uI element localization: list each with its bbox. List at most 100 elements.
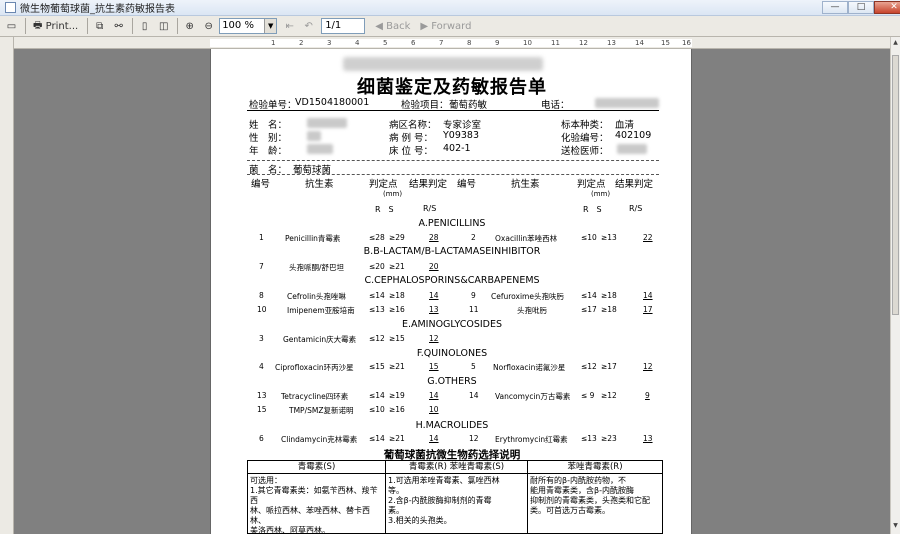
legend-table: 青霉素(S) 可选用： 1.其它青霉素类：如氨苄西林、羧苄西 林、哌拉西林、苯唑… xyxy=(247,460,663,534)
toolbar: ▭ 🖶 Print... ⧉ ⚯ ▯ ◫ ⊕ ⊖ 100 % ▼ ⇤ ↶ 1/1 … xyxy=(0,16,900,37)
row-s: ≥21 xyxy=(389,362,405,371)
close-button[interactable]: ✕ xyxy=(874,1,900,14)
ruler-tick: 3 xyxy=(327,39,332,47)
col-rs-result-2: R/S xyxy=(629,204,643,213)
ward-value: 专家诊室 xyxy=(443,120,482,131)
sex-label: 性 别： xyxy=(249,133,288,144)
ruler-tick: 1 xyxy=(271,39,276,47)
horizontal-ruler: 1 2 3 4 5 6 7 8 9 10 11 12 13 14 15 16 xyxy=(14,37,890,49)
row-s: ≥21 xyxy=(389,262,405,271)
zoom-select[interactable]: 100 % ▼ xyxy=(219,18,278,34)
print-button[interactable]: 🖶 Print... xyxy=(29,18,82,35)
row-result: 22 xyxy=(643,233,653,242)
vertical-scrollbar[interactable]: ▲ ▼ xyxy=(890,37,900,534)
ward-label: 病区名称： xyxy=(389,120,437,131)
scroll-thumb[interactable] xyxy=(892,55,899,315)
app-icon xyxy=(5,2,16,13)
forward-button[interactable]: ▶ Forward xyxy=(416,18,475,35)
row-antibiotic: 头孢吡肟 xyxy=(517,306,547,315)
col-no: 编号 xyxy=(251,179,271,190)
chevron-down-icon[interactable]: ▼ xyxy=(264,19,277,33)
row-r: ≤13 xyxy=(369,305,385,314)
row-s: ≥15 xyxy=(389,334,405,343)
row-result: 14 xyxy=(429,434,439,443)
row-antibiotic: Penicillin青霉素 xyxy=(285,234,341,243)
back-button[interactable]: ◀ Back xyxy=(371,18,414,35)
row-result: 14 xyxy=(643,291,653,300)
doctor-label: 送检医师： xyxy=(561,146,609,157)
forward-icon: ▶ xyxy=(420,20,429,32)
toolbar-separator xyxy=(177,18,179,34)
phone-label: 电话： xyxy=(541,100,570,111)
row-result: 28 xyxy=(429,233,439,242)
section-beta-lactam: B.B-LACTAM/B-LACTAMASEINHIBITOR xyxy=(363,246,541,257)
row-r: ≤10 xyxy=(369,405,385,414)
row-no: 11 xyxy=(469,305,479,314)
toolbar-separator xyxy=(25,18,26,34)
page-number-input[interactable]: 1/1 xyxy=(321,18,366,34)
single-page-icon[interactable]: ▯ xyxy=(136,18,153,35)
scroll-up-icon[interactable]: ▲ xyxy=(891,39,900,49)
row-r: ≤12 xyxy=(581,362,597,371)
case-no: Y09383 xyxy=(443,130,480,141)
legend-col: 苯唑青霉素(R) 耐所有的β-内酰胺药物，不 能用青霉素类，含β-内酰胺酶 抑制… xyxy=(528,461,662,534)
vertical-ruler xyxy=(0,37,14,534)
section-penicillins: A.PENICILLINS xyxy=(418,218,486,229)
zoom-out-icon[interactable]: ⊖ xyxy=(200,18,217,35)
row-no: 12 xyxy=(469,434,479,443)
row-antibiotic: TMP/SMZ复新诺明 xyxy=(289,406,354,415)
item-label: 检验项目： xyxy=(401,100,449,111)
row-s: ≥13 xyxy=(601,233,617,242)
row-result: 13 xyxy=(429,305,439,314)
ruler-tick: 12 xyxy=(579,39,588,47)
row-r: ≤13 xyxy=(581,434,597,443)
row-antibiotic: Vancomycin万古霉素 xyxy=(495,392,571,401)
hospital-name-redacted xyxy=(343,57,543,71)
row-result: 13 xyxy=(643,434,653,443)
sample-no: VD1504180001 xyxy=(295,97,370,108)
lab-no-label: 化验编号： xyxy=(561,133,609,144)
ruler-tick: 10 xyxy=(523,39,532,47)
legend-col-head: 青霉素(R) 苯唑青霉素(S) xyxy=(386,461,527,474)
row-no: 1 xyxy=(259,233,264,242)
minimize-button[interactable]: — xyxy=(822,1,848,14)
sample-no-label: 检验单号： xyxy=(249,100,297,111)
name-redacted xyxy=(307,118,347,128)
row-s: ≥21 xyxy=(389,434,405,443)
ruler-page-area xyxy=(210,39,692,47)
col-rs: R S xyxy=(375,205,394,214)
multi-page-icon[interactable]: ◫ xyxy=(155,18,172,35)
row-antibiotic: Ciprofloxacin环丙沙星 xyxy=(275,363,354,372)
row-s: ≥17 xyxy=(601,362,617,371)
col-mm-2: (mm) xyxy=(591,190,611,198)
row-s: ≥23 xyxy=(601,434,617,443)
scroll-down-icon[interactable]: ▼ xyxy=(891,522,900,532)
col-breakpoint: 判定点 xyxy=(369,179,398,190)
back-label: Back xyxy=(386,20,411,32)
prev-page-icon[interactable]: ↶ xyxy=(300,18,317,35)
page-setup-icon[interactable]: ▭ xyxy=(3,18,20,35)
row-r: ≤15 xyxy=(369,362,385,371)
report-page: 细菌鉴定及药敏报告单 检验单号： VD1504180001 检验项目： 葡萄药敏… xyxy=(210,49,692,534)
maximize-button[interactable]: □ xyxy=(848,1,874,14)
row-no: 4 xyxy=(259,362,264,371)
forward-label: Forward xyxy=(431,20,472,32)
find-icon[interactable]: ⚯ xyxy=(110,18,127,35)
ruler-tick: 4 xyxy=(355,39,360,47)
ruler-tick: 6 xyxy=(411,39,416,47)
zoom-in-icon[interactable]: ⊕ xyxy=(181,18,198,35)
row-r: ≤ 9 xyxy=(581,391,595,400)
section-cephalosporins: C.CEPHALOSPORINS&CARBAPENEMS xyxy=(364,275,540,286)
row-antibiotic: Erythromycin红霉素 xyxy=(495,435,568,444)
row-no: 3 xyxy=(259,334,264,343)
row-result: 12 xyxy=(643,362,653,371)
zoom-value: 100 % xyxy=(222,20,254,31)
col-result: 结果判定 xyxy=(409,179,448,190)
row-no: 13 xyxy=(257,391,267,400)
legend-col-head: 苯唑青霉素(R) xyxy=(528,461,662,474)
section-macrolides: H.MACROLIDES xyxy=(415,420,489,431)
copy-icon[interactable]: ⧉ xyxy=(91,18,108,35)
row-no: 9 xyxy=(471,291,476,300)
first-page-icon[interactable]: ⇤ xyxy=(281,18,298,35)
row-antibiotic: Clindamycin克林霉素 xyxy=(281,435,358,444)
